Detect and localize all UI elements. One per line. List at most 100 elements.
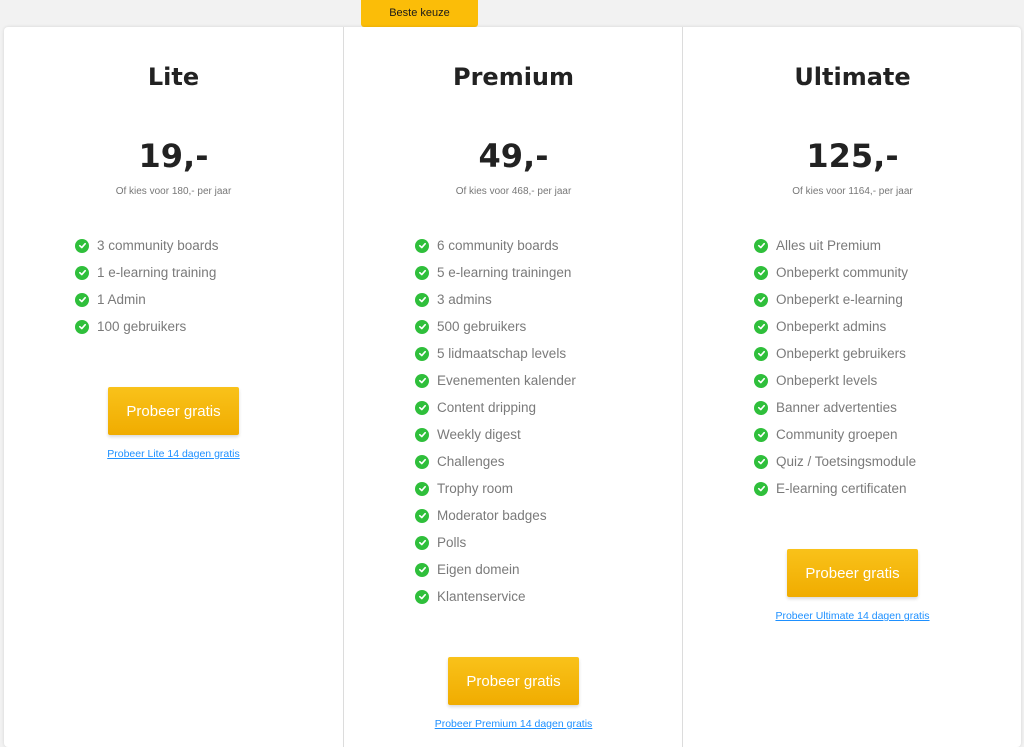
feature-item: 3 community boards — [75, 232, 343, 259]
feature-item: Onbeperkt community — [754, 259, 1022, 286]
feature-label: Klantenservice — [437, 589, 526, 604]
check-circle-icon — [75, 238, 89, 253]
check-circle-icon — [415, 535, 429, 550]
feature-label: Moderator badges — [437, 508, 547, 523]
feature-item: Content dripping — [415, 394, 683, 421]
check-circle-icon — [754, 481, 768, 496]
plan-name: Premium — [452, 63, 575, 91]
plan-ultimate: Ultimate 125,- Of kies voor 1164,- per j… — [682, 27, 1022, 747]
feature-label: Onbeperkt e-learning — [776, 292, 903, 307]
check-circle-icon — [415, 400, 429, 415]
feature-item: Quiz / Toetsingsmodule — [754, 448, 1022, 475]
feature-item: Onbeperkt levels — [754, 367, 1022, 394]
try-free-button[interactable]: Probeer gratis — [108, 387, 239, 435]
feature-item: 5 lidmaatschap levels — [415, 340, 683, 367]
feature-item: Moderator badges — [415, 502, 683, 529]
check-circle-icon — [754, 319, 768, 334]
check-circle-icon — [415, 427, 429, 442]
check-circle-icon — [754, 427, 768, 442]
feature-list: 3 community boards 1 e-learning training 1… — [75, 232, 343, 340]
trial-link[interactable]: Probeer Lite 14 dagen gratis — [4, 448, 343, 460]
check-circle-icon — [754, 373, 768, 388]
plan-premium: Premium 49,- Of kies voor 468,- per jaar… — [343, 27, 683, 747]
try-free-button[interactable]: Probeer gratis — [448, 657, 579, 705]
feature-item: Klantenservice — [415, 583, 683, 610]
feature-label: Onbeperkt community — [776, 265, 909, 280]
feature-label: Challenges — [437, 454, 505, 469]
plan-price: 49,- — [478, 137, 549, 175]
feature-label: Quiz / Toetsingsmodule — [776, 454, 917, 469]
feature-item: Challenges — [415, 448, 683, 475]
feature-item: 5 e-learning trainingen — [415, 259, 683, 286]
yearly-price-note: Of kies voor 1164,- per jaar — [792, 186, 913, 197]
check-circle-icon — [415, 481, 429, 496]
feature-label: Community groepen — [776, 427, 898, 442]
check-circle-icon — [754, 346, 768, 361]
feature-label: Trophy room — [437, 481, 514, 496]
check-circle-icon — [415, 238, 429, 253]
check-circle-icon — [75, 319, 89, 334]
feature-label: Onbeperkt gebruikers — [776, 346, 906, 361]
check-circle-icon — [754, 292, 768, 307]
feature-item: 500 gebruikers — [415, 313, 683, 340]
feature-label: 500 gebruikers — [437, 319, 527, 334]
feature-label: 3 admins — [437, 292, 492, 307]
feature-label: 5 lidmaatschap levels — [437, 346, 567, 361]
check-circle-icon — [75, 265, 89, 280]
check-circle-icon — [754, 265, 768, 280]
feature-list: 6 community boards 5 e-learning traininge… — [415, 232, 683, 610]
plan-lite: Lite 19,- Of kies voor 180,- per jaar 3 … — [4, 27, 343, 747]
feature-label: Evenementen kalender — [437, 373, 576, 388]
feature-item: Onbeperkt admins — [754, 313, 1022, 340]
feature-item: 3 admins — [415, 286, 683, 313]
check-circle-icon — [415, 346, 429, 361]
check-circle-icon — [415, 454, 429, 469]
feature-item: Community groepen — [754, 421, 1022, 448]
feature-item: Eigen domein — [415, 556, 683, 583]
feature-list: Alles uit Premium Onbeperkt community Onbe… — [754, 232, 1022, 502]
feature-item: 1 Admin — [75, 286, 343, 313]
feature-label: Alles uit Premium — [776, 238, 882, 253]
check-circle-icon — [415, 265, 429, 280]
feature-label: Onbeperkt admins — [776, 319, 887, 334]
feature-label: E-learning certificaten — [776, 481, 907, 496]
check-circle-icon — [415, 292, 429, 307]
feature-label: 6 community boards — [437, 238, 559, 253]
feature-item: Onbeperkt gebruikers — [754, 340, 1022, 367]
try-free-button[interactable]: Probeer gratis — [787, 549, 918, 597]
plan-name: Lite — [147, 63, 200, 91]
plan-price: 125,- — [806, 137, 899, 175]
feature-label: 5 e-learning trainingen — [437, 265, 572, 280]
check-circle-icon — [754, 454, 768, 469]
check-circle-icon — [415, 373, 429, 388]
feature-label: Onbeperkt levels — [776, 373, 878, 388]
feature-item: 1 e-learning training — [75, 259, 343, 286]
check-circle-icon — [415, 562, 429, 577]
feature-label: Polls — [437, 535, 467, 550]
feature-item: Weekly digest — [415, 421, 683, 448]
feature-item: Onbeperkt e-learning — [754, 286, 1022, 313]
pricing-card: Lite 19,- Of kies voor 180,- per jaar 3 … — [4, 27, 1021, 747]
feature-item: Banner advertenties — [754, 394, 1022, 421]
feature-label: Weekly digest — [437, 427, 521, 442]
feature-item: Trophy room — [415, 475, 683, 502]
feature-label: Content dripping — [437, 400, 537, 415]
feature-item: 100 gebruikers — [75, 313, 343, 340]
trial-link[interactable]: Probeer Premium 14 dagen gratis — [344, 718, 683, 730]
feature-label: 3 community boards — [97, 238, 219, 253]
feature-item: Polls — [415, 529, 683, 556]
plan-name: Ultimate — [794, 63, 911, 91]
check-circle-icon — [415, 589, 429, 604]
feature-item: E-learning certificaten — [754, 475, 1022, 502]
yearly-price-note: Of kies voor 180,- per jaar — [115, 186, 232, 197]
feature-label: 1 Admin — [97, 292, 146, 307]
best-choice-badge: Beste keuze — [361, 0, 478, 27]
yearly-price-note: Of kies voor 468,- per jaar — [455, 186, 572, 197]
feature-item: 6 community boards — [415, 232, 683, 259]
feature-label: Banner advertenties — [776, 400, 897, 415]
check-circle-icon — [415, 319, 429, 334]
feature-label: 1 e-learning training — [97, 265, 217, 280]
check-circle-icon — [754, 400, 768, 415]
trial-link[interactable]: Probeer Ultimate 14 dagen gratis — [683, 610, 1022, 622]
check-circle-icon — [75, 292, 89, 307]
